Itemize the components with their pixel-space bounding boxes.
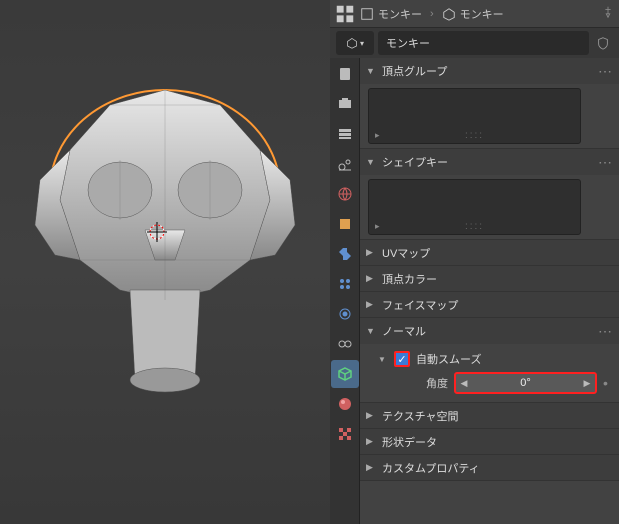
auto-smooth-label: 自動スムーズ	[416, 351, 481, 367]
uv-maps-header[interactable]: ▶ UVマップ	[360, 240, 619, 266]
properties-header: モンキー › モンキー	[330, 0, 619, 28]
face-maps-header[interactable]: ▶ フェイスマップ	[360, 292, 619, 318]
vertex-groups-header[interactable]: ▼ 頂点グループ ⋯	[360, 58, 619, 84]
tab-render[interactable]	[331, 60, 359, 88]
tab-physics[interactable]	[331, 300, 359, 328]
list-grip-icon[interactable]: ::::	[465, 130, 484, 141]
chevron-right-icon: ▶	[366, 436, 378, 447]
viewport-3d[interactable]	[0, 0, 330, 524]
chevron-down-icon: ▼	[378, 355, 390, 364]
cursor-3d-icon	[145, 220, 169, 244]
datablock-name-field[interactable]: モンキー	[378, 31, 589, 55]
chevron-right-icon: ▶	[366, 410, 378, 421]
list-grip-icon[interactable]: ::::	[465, 221, 484, 232]
texture-space-header[interactable]: ▶ テクスチャ空間	[360, 403, 619, 429]
tab-view-layer[interactable]	[331, 120, 359, 148]
list-expand-icon[interactable]: ▸	[375, 130, 380, 141]
chevron-down-icon: ▼	[366, 157, 378, 167]
breadcrumb-object[interactable]: モンキー	[378, 6, 422, 22]
auto-smooth-checkbox[interactable]: ✓	[394, 351, 410, 367]
section-menu-icon[interactable]: ⋯	[598, 154, 613, 171]
vertex-colors-header[interactable]: ▶ 頂点カラー	[360, 266, 619, 292]
normals-header[interactable]: ▼ ノーマル ⋯	[360, 318, 619, 344]
tab-material[interactable]	[331, 390, 359, 418]
decrement-icon[interactable]: ◀	[456, 378, 472, 389]
mesh-icon	[360, 7, 374, 21]
chevron-right-icon: ▶	[366, 299, 378, 310]
chevron-down-icon: ▼	[366, 326, 378, 336]
editor-type-icon[interactable]	[334, 3, 356, 25]
tab-object[interactable]	[331, 210, 359, 238]
tab-world[interactable]	[331, 180, 359, 208]
tab-scene[interactable]	[331, 150, 359, 178]
chevron-right-icon: ▶	[366, 247, 378, 258]
pin-icon[interactable]	[601, 5, 615, 22]
angle-value[interactable]: 0°	[472, 377, 579, 389]
custom-properties-header[interactable]: ▶ カスタムプロパティ	[360, 455, 619, 481]
datablock-selector[interactable]: ▾	[336, 31, 374, 55]
tab-modifiers[interactable]	[331, 240, 359, 268]
datablock-name-row: ▾ モンキー	[330, 28, 619, 58]
section-menu-icon[interactable]: ⋯	[598, 63, 613, 80]
breadcrumb-separator: ›	[430, 8, 434, 20]
tab-output[interactable]	[331, 90, 359, 118]
vertex-groups-list[interactable]: ▸ ::::	[368, 88, 581, 144]
chevron-right-icon: ▶	[366, 462, 378, 473]
fake-user-icon[interactable]	[593, 33, 613, 53]
properties-tab-strip	[330, 58, 360, 524]
shape-keys-header[interactable]: ▼ シェイプキー ⋯	[360, 149, 619, 175]
tab-object-data[interactable]	[331, 360, 359, 388]
mesh-data-icon	[442, 7, 456, 21]
tab-particles[interactable]	[331, 270, 359, 298]
breadcrumb-data[interactable]: モンキー	[460, 6, 504, 22]
list-expand-icon[interactable]: ▸	[375, 221, 380, 232]
angle-label: 角度	[378, 375, 448, 391]
increment-icon[interactable]: ▶	[579, 378, 595, 389]
properties-panel: ▼ 頂点グループ ⋯ ▸ :::: + − ▾	[360, 58, 619, 524]
chevron-down-icon: ▼	[366, 66, 378, 76]
chevron-right-icon: ▶	[366, 273, 378, 284]
geometry-data-header[interactable]: ▶ 形状データ	[360, 429, 619, 455]
shape-keys-list[interactable]: ▸ ::::	[368, 179, 581, 235]
tab-constraints[interactable]	[331, 330, 359, 358]
tab-texture[interactable]	[331, 420, 359, 448]
angle-spinner[interactable]: ◀ 0° ▶	[454, 372, 597, 394]
section-menu-icon[interactable]: ⋯	[598, 323, 613, 340]
keyframe-dot-icon[interactable]: •	[603, 375, 611, 391]
